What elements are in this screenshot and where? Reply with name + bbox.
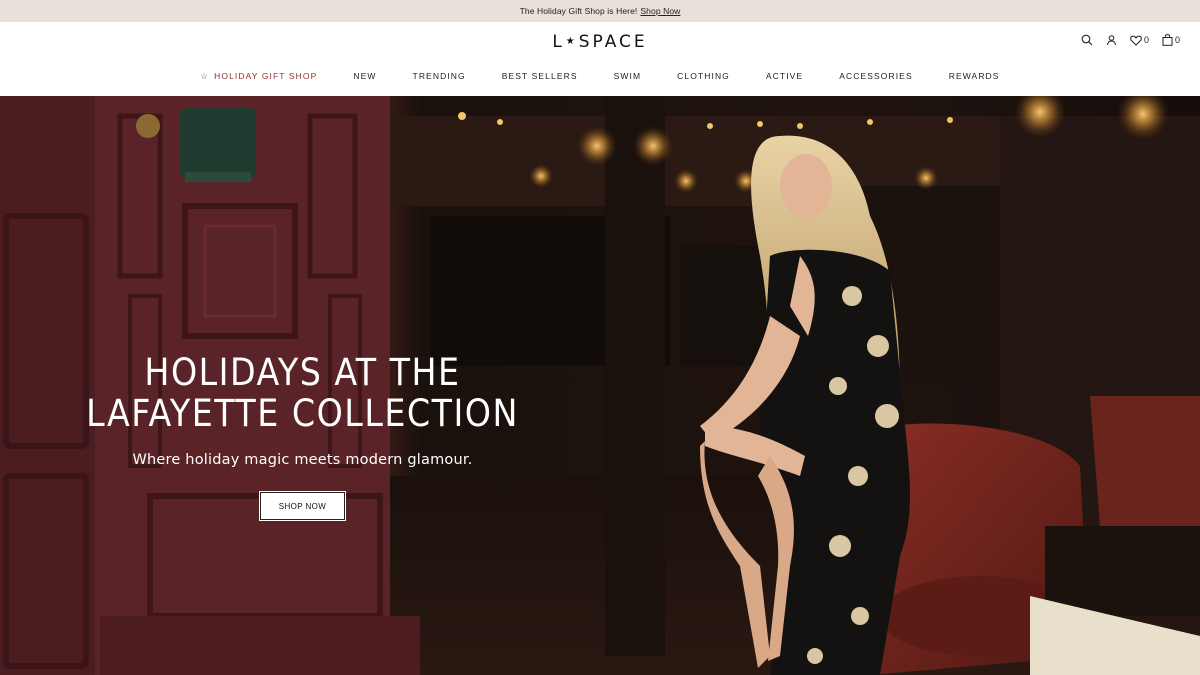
hero-banner[interactable]: HOLIDAYS AT THE LAFAYETTE COLLECTION Whe… bbox=[0, 96, 1200, 675]
nav-item-accessories[interactable]: ACCESSORIES bbox=[821, 71, 931, 82]
hero-subtitle: Where holiday magic meets modern glamour… bbox=[132, 452, 473, 468]
cart-count: 0 bbox=[1174, 35, 1180, 45]
header-icons: 0 0 bbox=[1081, 34, 1180, 46]
search-icon bbox=[1081, 34, 1093, 46]
nav-item-new[interactable]: NEW bbox=[335, 71, 394, 82]
account-button[interactable] bbox=[1106, 34, 1117, 46]
cart-button[interactable]: 0 bbox=[1162, 34, 1180, 46]
site-logo[interactable]: L★SPACE bbox=[0, 32, 1200, 52]
nav-item-swim[interactable]: SWIM bbox=[596, 71, 660, 82]
logo-text-left: L bbox=[552, 32, 565, 52]
announcement-shop-now-link[interactable]: Shop Now bbox=[640, 6, 680, 16]
star-icon: ☆ bbox=[200, 71, 210, 81]
announcement-text: The Holiday Gift Shop is Here! bbox=[519, 6, 638, 16]
logo-star-icon: ★ bbox=[565, 36, 578, 47]
nav-item-holiday-gift-shop[interactable]: ☆ HOLIDAY GIFT SHOP bbox=[182, 71, 335, 82]
bag-icon bbox=[1162, 34, 1173, 46]
wishlist-button[interactable]: 0 bbox=[1130, 35, 1149, 46]
logo-text-right: SPACE bbox=[578, 32, 648, 52]
site-header: L★SPACE 0 0 ☆ HOLIDAY GIFT SHOP NEW TREN… bbox=[0, 22, 1200, 96]
hero-title-line-2: LAFAYETTE COLLECTION bbox=[86, 392, 519, 435]
wishlist-count: 0 bbox=[1143, 35, 1149, 45]
nav-item-clothing[interactable]: CLOTHING bbox=[659, 71, 748, 82]
nav-item-best-sellers[interactable]: BEST SELLERS bbox=[484, 71, 596, 82]
heart-icon bbox=[1130, 35, 1142, 46]
nav-item-active[interactable]: ACTIVE bbox=[748, 71, 821, 82]
search-button[interactable] bbox=[1081, 34, 1093, 46]
hero-title: HOLIDAYS AT THE LAFAYETTE COLLECTION bbox=[20, 352, 585, 434]
hero-title-line-1: HOLIDAYS AT THE bbox=[144, 351, 461, 394]
nav-item-rewards[interactable]: REWARDS bbox=[931, 71, 1018, 82]
account-icon bbox=[1106, 35, 1116, 46]
nav-item-trending[interactable]: TRENDING bbox=[395, 71, 484, 82]
announcement-bar: The Holiday Gift Shop is Here! Shop Now bbox=[0, 0, 1200, 22]
main-nav: ☆ HOLIDAY GIFT SHOP NEW TRENDING BEST SEL… bbox=[0, 71, 1200, 82]
shop-now-button[interactable]: SHOP NOW bbox=[259, 491, 346, 521]
nav-item-label: HOLIDAY GIFT SHOP bbox=[214, 71, 318, 81]
